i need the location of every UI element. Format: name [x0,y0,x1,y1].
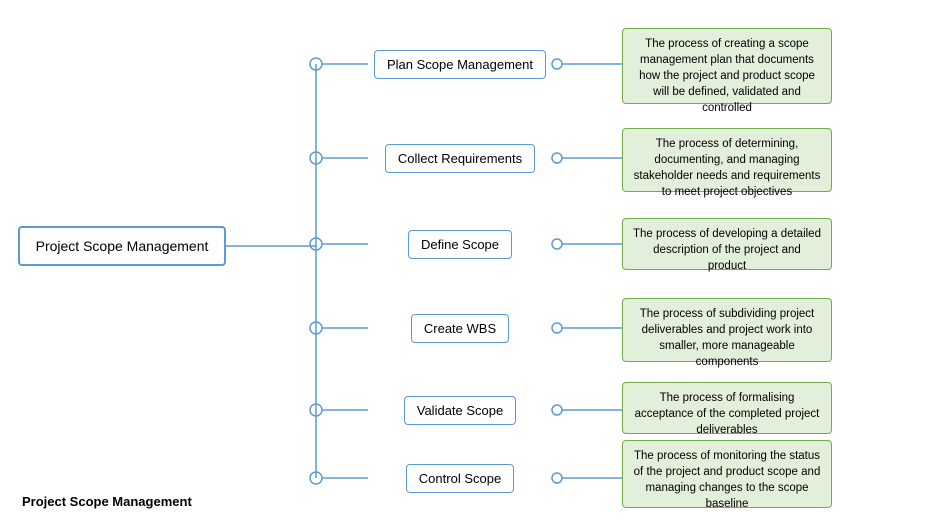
child-box-validate: Validate Scope [404,396,517,425]
desc-box-control: The process of monitoring the status of … [622,440,832,508]
desc-box-define: The process of developing a detailed des… [622,218,832,270]
root-node: Project Scope Management [22,224,222,268]
root-box: Project Scope Management [18,226,227,266]
child-node-validate: Validate Scope [368,392,552,428]
child-node-control: Control Scope [368,460,552,496]
caption: Project Scope Management [22,494,192,509]
root-label: Project Scope Management [36,238,209,254]
child-node-collect: Collect Requirements [368,140,552,176]
child-node-define: Define Scope [368,226,552,262]
desc-box-collect: The process of determining, documenting,… [622,128,832,192]
child-node-wbs: Create WBS [368,310,552,346]
child-box-wbs: Create WBS [411,314,509,343]
child-box-define: Define Scope [408,230,512,259]
child-node-plan: Plan Scope Management [368,46,552,82]
child-box-plan: Plan Scope Management [374,50,546,79]
desc-box-validate: The process of formalising acceptance of… [622,382,832,434]
desc-box-wbs: The process of subdividing project deliv… [622,298,832,362]
child-box-collect: Collect Requirements [385,144,535,173]
child-box-control: Control Scope [406,464,514,493]
desc-box-plan: The process of creating a scope manageme… [622,28,832,104]
diagram-container: Project Scope Management Plan Scope Mana… [0,0,945,523]
